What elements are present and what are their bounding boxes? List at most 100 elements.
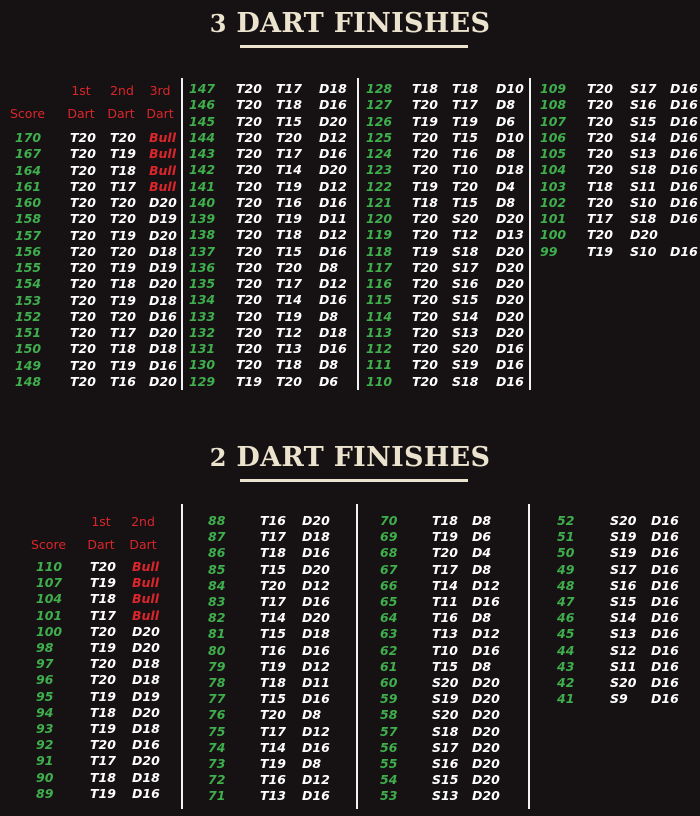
finish-score: 73 [208, 756, 226, 771]
finish-score: 59 [380, 691, 398, 707]
finish-dart-1: T18 [260, 675, 286, 690]
finish-dart-2: D19 [132, 688, 160, 704]
finish-dart-1: T18 [587, 178, 613, 194]
finish-score: 114 [366, 308, 393, 324]
finish-dart-2: D16 [651, 529, 679, 545]
finish-dart-1: S18 [432, 723, 459, 739]
finish-dart-3: Bull [149, 162, 176, 178]
finish-dart-2: D16 [651, 545, 679, 561]
finish-score: 100 [540, 227, 567, 243]
finish-dart-2: T20 [110, 243, 136, 259]
three-dart-title: 3 DART FINISHES [0, 8, 700, 39]
finish-dart-3: D18 [319, 81, 347, 96]
finish-dart-1: T20 [70, 162, 96, 178]
finish-dart-1: T20 [236, 81, 262, 96]
finish-dart-1: T18 [90, 591, 116, 607]
finish-dart-3: D20 [496, 211, 524, 226]
finish-dart-3: D16 [319, 146, 347, 161]
finish-dart-1: T20 [70, 276, 96, 292]
finish-dart-1: T20 [70, 308, 96, 324]
finish-dart-1: T19 [432, 529, 458, 545]
finish-dart-1: T20 [236, 178, 262, 194]
finish-dart-2: D12 [472, 577, 500, 593]
finish-score: 112 [366, 341, 393, 356]
finish-score: 149 [15, 357, 42, 373]
finish-score: 109 [540, 81, 567, 96]
finish-dart-2: D12 [302, 772, 330, 788]
finish-score: 156 [15, 243, 42, 259]
finish-dart-1: T15 [260, 561, 286, 577]
finish-dart-2: T18 [110, 162, 136, 178]
finish-dart-1: T16 [260, 642, 286, 658]
finish-dart-2: S15 [452, 292, 479, 308]
finish-dart-2: Bull [132, 591, 159, 607]
finish-score: 98 [36, 640, 54, 655]
finish-score: 55 [380, 756, 398, 771]
finish-score: 85 [208, 561, 226, 577]
finish-dart-2: T20 [110, 308, 136, 324]
finish-dart-1: S15 [432, 772, 459, 788]
finish-score: 84 [208, 577, 226, 593]
finish-dart-1: T20 [70, 373, 96, 389]
finish-dart-1: T19 [260, 658, 286, 674]
finish-dart-1: T18 [260, 545, 286, 561]
finish-score: 91 [36, 753, 54, 769]
finish-score: 115 [366, 292, 393, 308]
finish-score: 167 [15, 146, 42, 162]
finish-dart-1: T20 [236, 146, 262, 161]
finish-dart-2: T20 [110, 211, 136, 227]
finish-dart-2: S16 [630, 97, 657, 113]
finish-dart-3: D20 [149, 227, 177, 243]
finish-score: 50 [557, 545, 575, 561]
finish-dart-1: T20 [412, 146, 438, 161]
finish-dart-1: T10 [432, 642, 458, 658]
finish-dart-1: T16 [432, 610, 458, 626]
finish-score: 95 [36, 688, 54, 704]
finish-score: 137 [189, 243, 216, 259]
finish-dart-2: T17 [276, 81, 302, 96]
finish-dart-2: Bull [132, 559, 159, 574]
finish-dart-1: T17 [260, 723, 286, 739]
finish-dart-1: T20 [236, 276, 262, 291]
finish-dart-1: T19 [587, 243, 613, 259]
finish-score: 145 [189, 113, 216, 129]
finish-score: 89 [36, 785, 54, 801]
finish-score: 46 [557, 610, 575, 626]
finish-dart-1: T15 [432, 658, 458, 674]
finish-dart-1: T20 [70, 146, 96, 162]
finish-dart-2: D8 [302, 707, 322, 723]
finish-dart-3: D4 [496, 178, 516, 194]
finish-dart-2: D16 [651, 561, 679, 577]
finish-dart-2: T12 [452, 227, 478, 243]
finish-dart-1: T14 [260, 610, 286, 626]
finish-score: 88 [208, 513, 226, 528]
finish-score: 72 [208, 772, 226, 788]
finish-score: 82 [208, 610, 226, 626]
finish-dart-1: T18 [90, 704, 116, 720]
finish-dart-1: T20 [236, 308, 262, 324]
finish-score: 64 [380, 610, 398, 626]
finish-score: 161 [15, 178, 42, 194]
finish-dart-2: D16 [651, 675, 679, 690]
finish-dart-1: T19 [260, 756, 286, 771]
finish-dart-1: T20 [587, 97, 613, 113]
finish-dart-1: T19 [90, 721, 116, 736]
two-dart-title-rule [240, 479, 468, 482]
finish-dart-2: D12 [302, 723, 330, 739]
finish-score: 121 [366, 194, 393, 210]
finish-dart-2: D6 [472, 529, 492, 545]
finish-dart-3: D16 [670, 81, 698, 96]
finish-score: 155 [15, 260, 42, 275]
finish-dart-3: Bull [149, 178, 176, 194]
finish-dart-2: D16 [651, 642, 679, 658]
finish-dart-3: D18 [149, 292, 177, 308]
finish-dart-1: T20 [70, 227, 96, 243]
finish-dart-3: D8 [319, 308, 339, 324]
finish-score: 93 [36, 721, 54, 736]
finish-dart-2: S13 [452, 324, 479, 340]
finish-dart-3: D20 [496, 243, 524, 259]
finish-dart-1: S13 [610, 626, 637, 642]
finish-dart-2: D16 [302, 739, 330, 755]
finish-score: 130 [189, 357, 216, 373]
finish-score: 80 [208, 642, 226, 658]
